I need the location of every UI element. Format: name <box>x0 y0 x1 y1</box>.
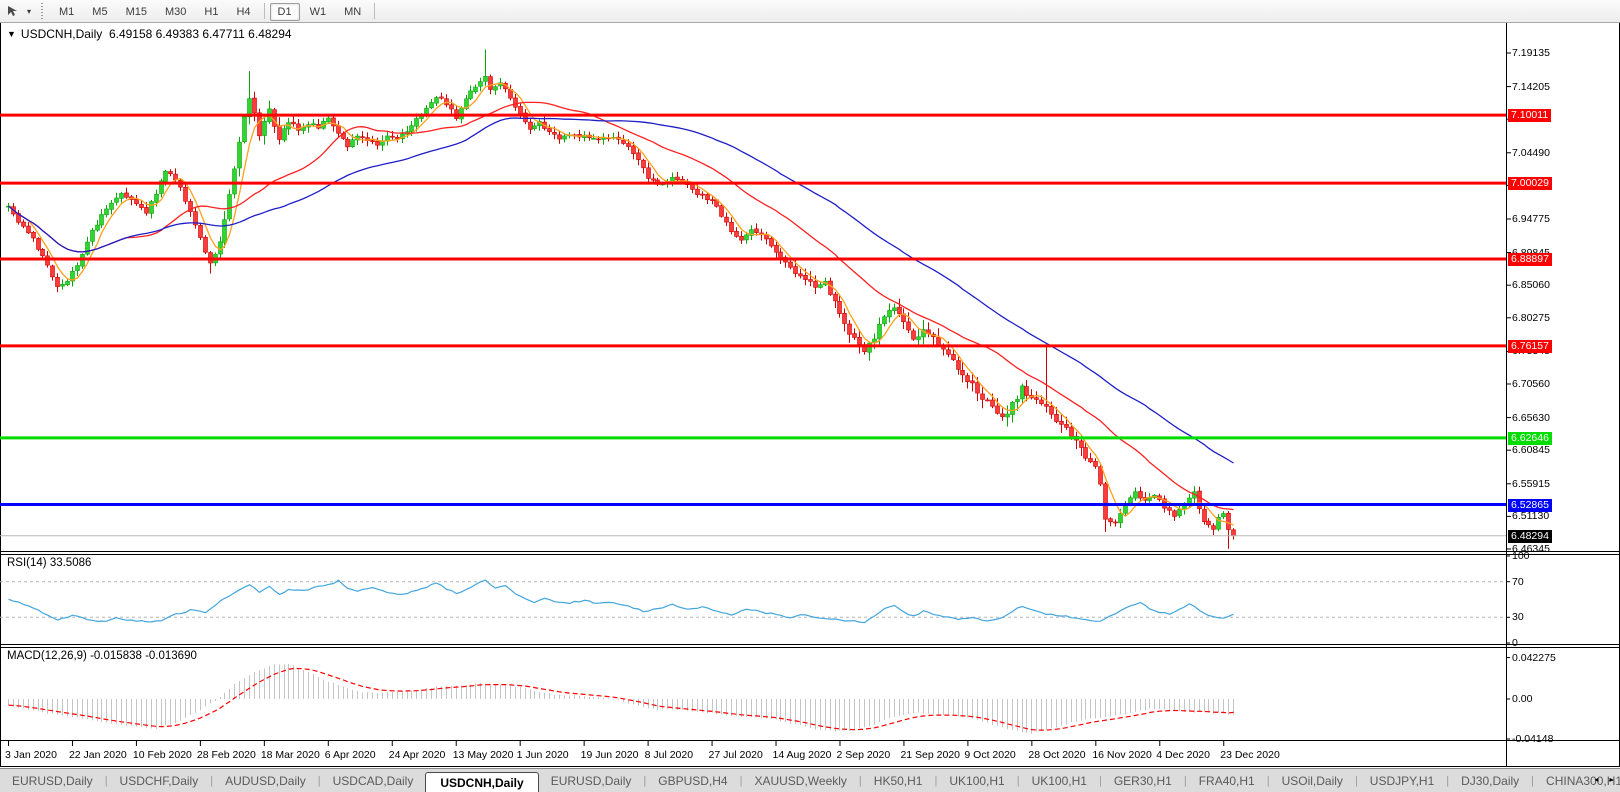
chart-tab-UK100-H1[interactable]: UK100,H1 <box>937 771 1016 791</box>
macd-tick-label: -0.04148 <box>1512 733 1554 745</box>
chart-plot-area[interactable] <box>0 0 1620 792</box>
macd-tick-label: 0.042275 <box>1512 651 1556 664</box>
chart-tab-UK100-H1[interactable]: UK100,H1 <box>1020 771 1099 791</box>
chart-title: ▼ USDCNH,Daily 6.49158 6.49383 6.47711 6.… <box>7 27 292 41</box>
price-tick-label: 6.55915 <box>1512 477 1550 490</box>
chart-tab-GER30-H1[interactable]: GER30,H1 <box>1102 771 1184 791</box>
rsi-tick-label: 100 <box>1512 550 1530 562</box>
date-tick-label: 18 Mar 2020 <box>260 749 320 761</box>
price-tick-label: 6.94775 <box>1512 212 1550 225</box>
ma-medium-line <box>8 101 1234 511</box>
price-level-badge: 6.88897 <box>1508 253 1552 267</box>
chart-tab-USDCNH-Daily[interactable]: USDCNH,Daily <box>425 771 539 792</box>
candles-group <box>6 49 1236 549</box>
rsi-tick-label: 70 <box>1512 575 1524 588</box>
price-tick-label: 6.60845 <box>1512 444 1550 457</box>
date-tick-label: 28 Oct 2020 <box>1028 749 1086 761</box>
date-tick-label: 8 Jul 2020 <box>644 749 694 761</box>
date-tick-label: 19 Jun 2020 <box>580 749 639 761</box>
current-price-badge: 6.48294 <box>1508 529 1552 543</box>
timeframe-button-D1[interactable]: D1 <box>269 3 300 21</box>
chart-tab-FRA40-H1[interactable]: FRA40,H1 <box>1187 771 1267 791</box>
top-toolbar: ▾ M1 M5 M15 M30 H1 H4 D1 W1 MN <box>0 0 1620 23</box>
chart-tab-USOil-Daily[interactable]: USOil,Daily <box>1270 771 1355 791</box>
date-tick-label: 6 Apr 2020 <box>324 749 376 761</box>
timeframe-button-W1[interactable]: W1 <box>302 3 335 21</box>
rsi-tick-label: 30 <box>1512 611 1524 624</box>
tab-scroll-right-icon[interactable]: ▸ <box>1605 770 1618 788</box>
date-tick-label: 28 Feb 2020 <box>196 749 256 761</box>
price-tick-label: 6.85060 <box>1512 279 1550 292</box>
chart-collapse-icon[interactable]: ▼ <box>7 29 16 39</box>
tab-scroll-arrows: ◂ ▸ <box>1590 770 1618 788</box>
toolbar-separator <box>263 2 265 19</box>
chart-tab-GBPUSD-H4[interactable]: GBPUSD,H4 <box>646 771 739 791</box>
price-tick-label: 7.19135 <box>1512 47 1550 59</box>
date-tick-label: 13 May 2020 <box>452 749 514 761</box>
date-tick-label: 27 Jul 2020 <box>708 749 763 761</box>
chart-tab-DJ30-Daily[interactable]: DJ30,Daily <box>1449 771 1531 791</box>
date-tick-label: 10 Feb 2020 <box>132 749 192 761</box>
date-tick-label: 2 Sep 2020 <box>836 749 891 761</box>
timeframe-button-M1[interactable]: M1 <box>51 3 82 21</box>
rsi-tick-label: 0 <box>1512 637 1518 649</box>
rsi-pane-label: RSI(14) 33.5086 <box>7 557 92 569</box>
chart-tab-HK50-H1[interactable]: HK50,H1 <box>862 771 935 791</box>
macd-signal-line <box>8 667 1234 731</box>
chart-tab-USDCAD-Daily[interactable]: USDCAD,Daily <box>321 771 426 791</box>
toolbar-separator <box>374 3 376 19</box>
chart-ohlc-values: 6.49158 6.49383 6.47711 6.48294 <box>108 27 292 41</box>
price-level-badge: 7.00029 <box>1508 177 1552 191</box>
timeframe-button-M15[interactable]: M15 <box>118 3 155 21</box>
dropdown-arrow-icon[interactable]: ▾ <box>23 7 35 16</box>
date-tick-label: 16 Nov 2020 <box>1092 749 1152 761</box>
macd-tick-label: 0.00 <box>1512 693 1533 705</box>
price-tick-label: 6.80275 <box>1512 311 1550 324</box>
chart-symbol-period: USDCNH,Daily <box>20 27 103 41</box>
timeframe-button-H1[interactable]: H1 <box>196 3 226 21</box>
date-tick-label: 9 Oct 2020 <box>964 749 1016 761</box>
chart-tab-USDJPY-H1[interactable]: USDJPY,H1 <box>1358 771 1446 791</box>
date-tick-label: 4 Dec 2020 <box>1156 749 1210 761</box>
price-tick-label: 7.14205 <box>1512 80 1550 93</box>
price-level-badge: 7.10011 <box>1508 109 1552 123</box>
price-tick-label: 6.65630 <box>1512 411 1550 424</box>
chart-tab-EURUSD-Daily[interactable]: EURUSD,Daily <box>539 771 644 791</box>
price-level-badge: 6.52865 <box>1508 498 1552 512</box>
chart-tab-AUDUSD-Daily[interactable]: AUDUSD,Daily <box>213 771 318 791</box>
date-tick-label: 24 Apr 2020 <box>388 749 446 761</box>
timeframe-button-group: M1 M5 M15 M30 H1 H4 D1 W1 MN <box>50 2 370 21</box>
toolbar-grip[interactable] <box>40 3 45 19</box>
price-tick-label: 7.04490 <box>1512 146 1550 159</box>
date-tick-label: 1 Jun 2020 <box>516 749 569 761</box>
timeframe-button-M5[interactable]: M5 <box>84 3 115 21</box>
chart-tab-USDCHF-Daily[interactable]: USDCHF,Daily <box>108 771 211 791</box>
tab-scroll-left-icon[interactable]: ◂ <box>1590 770 1603 788</box>
price-level-badge: 6.62646 <box>1508 431 1552 445</box>
price-level-badge: 6.76157 <box>1508 339 1552 353</box>
chart-tab-bar: EURUSD,Daily | USDCHF,Daily | AUDUSD,Daily | U… <box>0 768 1620 792</box>
ma-fast-line <box>8 82 1234 526</box>
date-tick-label: 14 Aug 2020 <box>772 749 832 761</box>
crosshair-cursor-tool-icon[interactable] <box>3 2 23 20</box>
chart-tab-EURUSD-Daily[interactable]: EURUSD,Daily <box>0 771 105 791</box>
date-tick-label: 21 Sep 2020 <box>900 749 960 761</box>
date-tick-label: 23 Dec 2020 <box>1220 749 1280 761</box>
chart-tab-XAUUSD-Weekly[interactable]: XAUUSD,Weekly <box>742 771 858 791</box>
date-tick-label: 22 Jan 2020 <box>68 749 127 761</box>
macd-pane-label: MACD(12,26,9) -0.015838 -0.013690 <box>7 650 197 662</box>
mt4-chart-window: { "toolbar": { "timeframes": ["M1","M5",… <box>0 0 1620 792</box>
timeframe-button-MN[interactable]: MN <box>336 3 369 21</box>
timeframe-button-M30[interactable]: M30 <box>157 3 194 21</box>
price-tick-label: 6.51130 <box>1512 510 1550 523</box>
rsi-line <box>8 579 1234 624</box>
date-tick-label: 3 Jan 2020 <box>5 749 57 761</box>
price-tick-label: 6.70560 <box>1512 377 1550 390</box>
timeframe-button-H4[interactable]: H4 <box>228 3 258 21</box>
